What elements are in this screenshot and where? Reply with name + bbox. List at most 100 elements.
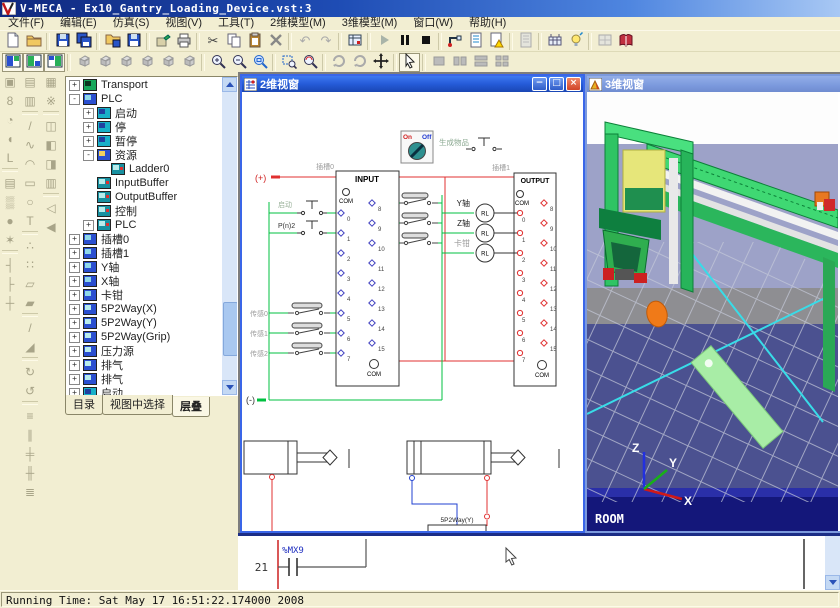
delete-button[interactable] <box>265 32 286 51</box>
tree-item-5P2Way(X)[interactable]: +5P2Way(X) <box>66 302 222 316</box>
cut-button[interactable]: ✂ <box>202 32 223 51</box>
2d-close-button[interactable]: × <box>566 77 581 91</box>
tree-item-Ladder0[interactable]: +Ladder0 <box>66 162 222 176</box>
tree-tab-cascade[interactable]: 层叠 <box>172 397 210 417</box>
new-file-button[interactable] <box>2 32 23 51</box>
auto-switch-2[interactable] <box>400 233 438 245</box>
cylinder-y[interactable] <box>407 441 525 519</box>
tree-item-OutputBuffer[interactable]: +OutputBuffer <box>66 190 222 204</box>
expand-icon[interactable]: + <box>83 108 94 119</box>
circuit-table-button[interactable] <box>544 32 565 51</box>
tree-item-InputBuffer[interactable]: +InputBuffer <box>66 176 222 190</box>
tree-item-插槽1[interactable]: +插槽1 <box>66 246 222 260</box>
zoom-out-button[interactable] <box>228 53 249 72</box>
tree-item-资源[interactable]: -资源 <box>66 148 222 162</box>
tree-item-插槽0[interactable]: +插槽0 <box>66 232 222 246</box>
error-report-button[interactable] <box>486 32 507 51</box>
paste-button[interactable] <box>244 32 265 51</box>
tree-item-排气[interactable]: +排气 <box>66 372 222 386</box>
menu-item-8[interactable]: 帮助(H) <box>461 17 514 30</box>
menu-item-4[interactable]: 工具(T) <box>210 17 262 30</box>
simulate-pause-button[interactable] <box>394 32 415 51</box>
print-button[interactable] <box>173 32 194 51</box>
wire-connect-button[interactable] <box>444 32 465 51</box>
tree-item-启动[interactable]: +启动 <box>66 106 222 120</box>
tree-item-PLC[interactable]: -PLC <box>66 92 222 106</box>
limit-switch-1[interactable] <box>288 323 330 335</box>
zoom-window-button[interactable] <box>278 53 299 72</box>
limit-switch-2[interactable] <box>288 343 330 355</box>
expand-icon[interactable]: + <box>83 122 94 133</box>
zoom-in-button[interactable] <box>207 53 228 72</box>
expand-icon[interactable]: + <box>69 234 80 245</box>
tree-item-5P2Way(Y)[interactable]: +5P2Way(Y) <box>66 316 222 330</box>
pan-view-button[interactable] <box>370 53 391 72</box>
tree-item-排气[interactable]: +排气 <box>66 358 222 372</box>
zoom-dynamic-button[interactable] <box>299 53 320 72</box>
scroll-down-button[interactable] <box>222 380 237 395</box>
expand-icon[interactable]: + <box>69 276 80 287</box>
tree-item-PLC[interactable]: +PLC <box>66 218 222 232</box>
expand-icon[interactable]: + <box>69 360 80 371</box>
pn2-pushbutton[interactable] <box>297 221 327 235</box>
hint-bulb-button[interactable] <box>565 32 586 51</box>
tree-tab-catalog[interactable]: 目录 <box>65 395 103 415</box>
help-book-button[interactable] <box>615 32 636 51</box>
2d-restore-button[interactable]: □ <box>549 77 564 91</box>
ladder-scroll-down-button[interactable] <box>825 575 840 590</box>
menu-item-7[interactable]: 窗口(W) <box>405 17 461 30</box>
import-project-button[interactable] <box>102 32 123 51</box>
export-project-button[interactable] <box>123 32 144 51</box>
tree-item-控制[interactable]: +控制 <box>66 204 222 218</box>
expand-icon[interactable]: + <box>69 80 80 91</box>
ladder-report-button[interactable] <box>465 32 486 51</box>
expand-icon[interactable]: + <box>83 136 94 147</box>
menu-item-0[interactable]: 文件(F) <box>0 17 52 30</box>
zoom-fit-button[interactable] <box>249 53 270 72</box>
menu-item-1[interactable]: 编辑(E) <box>52 17 105 30</box>
tree-item-5P2Way(Grip)[interactable]: +5P2Way(Grip) <box>66 330 222 344</box>
2d-schematic-viewport[interactable]: On Off 生成物品 (+) (-) 插槽0 插槽1 <box>242 92 583 531</box>
simulate-stop-button[interactable] <box>415 32 436 51</box>
scrollbar-thumb[interactable] <box>223 302 238 356</box>
expand-icon[interactable]: + <box>69 304 80 315</box>
generate-pushbutton[interactable] <box>466 138 502 151</box>
ladder-scrollbar[interactable] <box>825 536 840 590</box>
open-file-button[interactable] <box>23 32 44 51</box>
tree-item-Transport[interactable]: +Transport <box>66 78 222 92</box>
title-bar[interactable]: V-MECA - Ex10_Gantry_Loading_Device.vst:… <box>0 0 840 17</box>
expand-icon[interactable]: + <box>69 318 80 329</box>
3d-scene-viewport[interactable]: Z Y X ROOM <box>587 92 840 531</box>
ladder-monitor-panel[interactable]: %MX9 21 <box>238 533 840 590</box>
expand-icon[interactable]: + <box>69 248 80 259</box>
tree-tab-select-in-view[interactable]: 视图中选择 <box>102 395 173 415</box>
menu-item-5[interactable]: 2维模型(M) <box>262 17 334 30</box>
3d-window-titlebar[interactable]: 3维视窗 <box>587 76 840 92</box>
menu-item-6[interactable]: 3维模型(M) <box>334 17 406 30</box>
expand-icon[interactable]: + <box>69 262 80 273</box>
tree-item-暂停[interactable]: +暂停 <box>66 134 222 148</box>
tree-scrollbar[interactable] <box>222 77 237 395</box>
start-pushbutton[interactable] <box>297 201 327 215</box>
cylinder-x[interactable] <box>244 441 337 480</box>
tree-item-卡钳[interactable]: +卡钳 <box>66 288 222 302</box>
expand-icon[interactable]: + <box>83 220 94 231</box>
scroll-up-button[interactable] <box>222 77 237 92</box>
expand-icon[interactable]: + <box>69 290 80 301</box>
2d-window-titlebar[interactable]: 2维视窗 − □ × <box>242 76 583 92</box>
build-model-button[interactable] <box>152 32 173 51</box>
expand-icon[interactable]: + <box>69 332 80 343</box>
copy-button[interactable] <box>223 32 244 51</box>
auto-switch-0[interactable] <box>400 193 438 205</box>
layout-2d-button[interactable] <box>23 53 44 72</box>
save-file-button[interactable] <box>52 32 73 51</box>
model-browser-button[interactable] <box>344 32 365 51</box>
expand-icon[interactable]: + <box>69 374 80 385</box>
limit-switch-0[interactable] <box>288 303 330 315</box>
tree-item-压力源[interactable]: +压力源 <box>66 344 222 358</box>
layout-2d3d-button[interactable] <box>2 53 23 72</box>
collapse-icon[interactable]: - <box>69 94 80 105</box>
layout-3d-button[interactable] <box>44 53 65 72</box>
tree-item-停[interactable]: +停 <box>66 120 222 134</box>
select-cursor-button[interactable] <box>399 53 420 72</box>
